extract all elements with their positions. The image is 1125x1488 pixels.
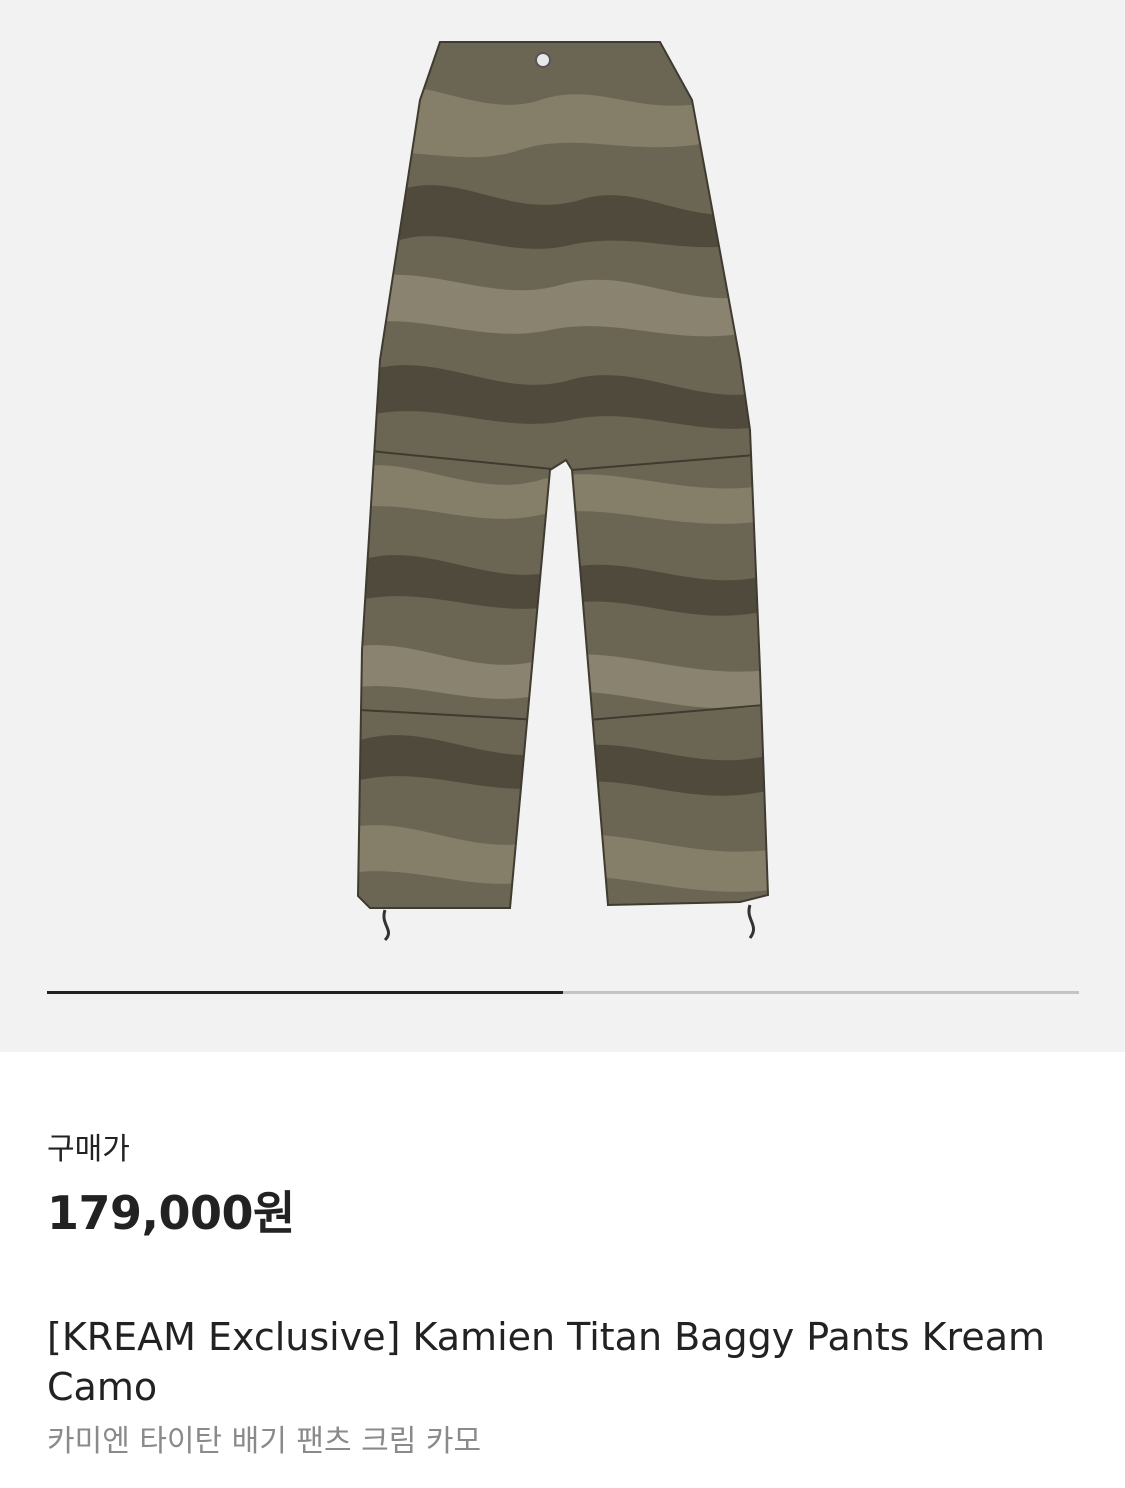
price-label: 구매가 — [47, 1132, 130, 1167]
product-image[interactable] — [340, 30, 790, 950]
product-image-carousel[interactable] — [0, 0, 1125, 1052]
image-pager-track — [47, 991, 1079, 994]
product-subtitle-korean: 카미엔 타이탄 배기 팬츠 크림 카모 — [47, 1424, 482, 1459]
product-title: [KREAM Exclusive] Kamien Titan Baggy Pan… — [47, 1315, 1046, 1409]
image-pager-indicator — [47, 991, 563, 994]
product-price: 179,000원 — [47, 1186, 295, 1240]
